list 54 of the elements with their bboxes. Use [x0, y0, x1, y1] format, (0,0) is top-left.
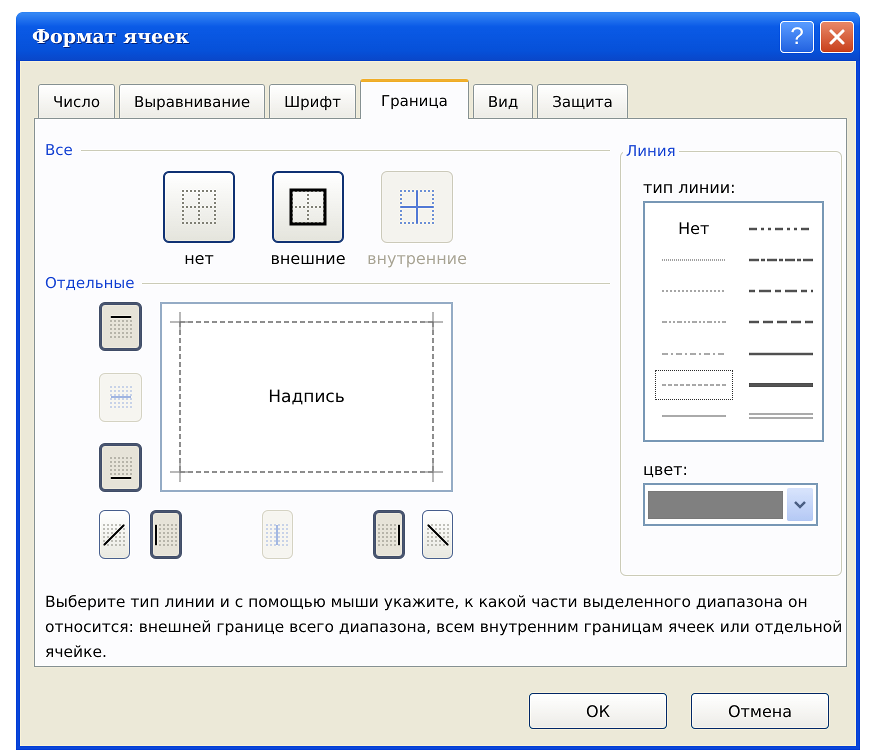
- dropdown-button[interactable]: [787, 488, 813, 521]
- tab[interactable]: Защита: [537, 84, 628, 118]
- line-style-option[interactable]: [749, 350, 814, 357]
- line-style-option[interactable]: [749, 256, 814, 263]
- field-label: цвет:: [643, 460, 689, 479]
- dialog-button[interactable]: ОК: [529, 693, 667, 729]
- border-icon: [265, 522, 290, 546]
- line-style-option[interactable]: Нет: [678, 219, 710, 238]
- line-style-option[interactable]: [662, 319, 726, 326]
- line-style-option[interactable]: [749, 319, 814, 326]
- border-icon: [108, 456, 132, 480]
- selected-style-frame[interactable]: [655, 370, 732, 400]
- border-icon: [102, 522, 126, 546]
- preset-label: внутренние: [367, 249, 467, 268]
- chevron-down-icon: [794, 500, 806, 508]
- close-icon: [828, 28, 846, 46]
- tab[interactable]: Граница: [360, 79, 469, 119]
- color-dropdown[interactable]: [643, 483, 818, 526]
- preview-text: Надпись: [268, 387, 345, 407]
- window-title: Формат ячеек: [32, 26, 190, 48]
- line-style-option[interactable]: [749, 288, 814, 294]
- line-style-option[interactable]: [662, 288, 726, 294]
- tab[interactable]: Число: [38, 84, 116, 118]
- border-preset-icon: [288, 187, 328, 227]
- field-label: тип линии:: [643, 178, 737, 197]
- preset-button[interactable]: [163, 171, 235, 243]
- border-icon: [154, 522, 178, 546]
- border-icon: [108, 314, 132, 338]
- close-button[interactable]: [820, 20, 854, 52]
- description-text: Выберите тип линии и с помощью мыши укажите, к какой части выделенного диапазона он относится: внешней границе всего диапазона, всем внутренним границам ячеек или отдельной ячейке.: [45, 592, 844, 663]
- border-icon: [426, 522, 450, 546]
- line-style-option[interactable]: [662, 413, 726, 420]
- line-style-option[interactable]: [662, 350, 726, 357]
- preset-button[interactable]: [272, 171, 344, 243]
- preset-label: нет: [184, 249, 214, 268]
- preset-label: внешние: [270, 249, 346, 268]
- dialog-button[interactable]: Отмена: [691, 693, 829, 729]
- line-style-option[interactable]: [749, 413, 814, 420]
- border-preset-icon: [179, 187, 219, 227]
- border-icon: [108, 385, 132, 409]
- border-preset-icon: [397, 187, 437, 227]
- line-style-option[interactable]: [662, 256, 726, 263]
- border-button[interactable]: [99, 510, 130, 559]
- border-button[interactable]: [372, 510, 406, 559]
- tab[interactable]: Шрифт: [269, 84, 356, 118]
- tab[interactable]: Выравнивание: [119, 84, 266, 118]
- group-title: Все: [45, 141, 73, 159]
- line-style-option[interactable]: [749, 382, 814, 388]
- border-icon: [377, 522, 401, 546]
- line-style-option[interactable]: [662, 382, 726, 388]
- border-button[interactable]: [150, 510, 182, 559]
- group-title: Отдельные: [45, 274, 134, 292]
- border-button[interactable]: [422, 510, 453, 559]
- tab[interactable]: Вид: [472, 84, 534, 118]
